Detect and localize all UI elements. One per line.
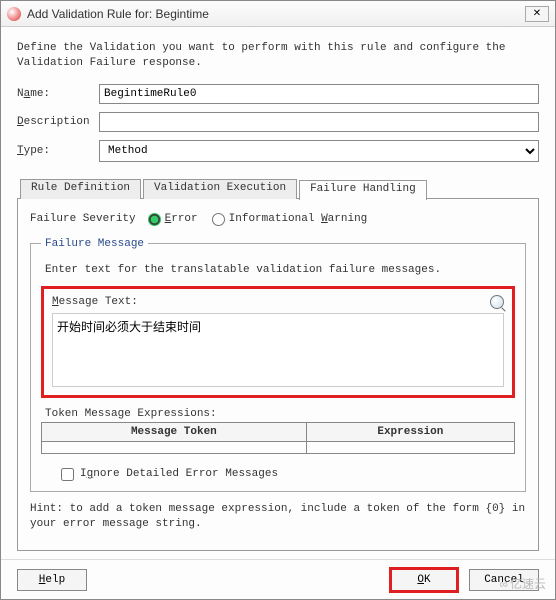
message-text-input[interactable]: 开始时间必须大于结束时间 [52, 313, 504, 387]
token-table: Message Token Expression [41, 422, 515, 454]
failure-message-hint: Enter text for the translatable validati… [45, 264, 515, 276]
radio-error-input[interactable] [148, 213, 161, 226]
radio-error[interactable]: Error [148, 213, 198, 226]
description-row: Description [17, 112, 539, 132]
cancel-button[interactable]: Cancel [469, 569, 539, 591]
intro-text: Define the Validation you want to perfor… [17, 41, 539, 72]
ignore-checkbox[interactable] [61, 468, 74, 481]
failure-message-legend: Failure Message [41, 238, 148, 250]
app-icon [7, 7, 21, 21]
tabstrip: Rule Definition Validation Execution Fai… [20, 179, 429, 199]
token-col-token: Message Token [42, 422, 307, 441]
hint-footer: Hint: to add a token message expression,… [30, 502, 526, 533]
name-row: Name: [17, 84, 539, 104]
ignore-row: Ignore Detailed Error Messages [41, 468, 515, 481]
message-text-label: Message Text: [52, 296, 490, 308]
tab-failure-handling[interactable]: Failure Handling [299, 180, 427, 200]
token-section: Token Message Expressions: Message Token… [41, 408, 515, 454]
radio-warning-input[interactable] [212, 213, 225, 226]
message-text-box: Message Text: 开始时间必须大于结束时间 [41, 286, 515, 398]
table-row [42, 441, 515, 453]
message-text-header: Message Text: [52, 295, 504, 309]
description-input[interactable] [99, 112, 539, 132]
type-label: Type: [17, 145, 99, 157]
search-icon[interactable] [490, 295, 504, 309]
content-area: Define the Validation you want to perfor… [1, 27, 555, 559]
close-icon[interactable]: ✕ [525, 6, 549, 22]
tab-rule-definition[interactable]: Rule Definition [20, 179, 141, 199]
token-heading: Token Message Expressions: [41, 408, 515, 420]
tab-panel: Rule Definition Validation Execution Fai… [17, 198, 539, 551]
description-label: Description [17, 116, 99, 128]
name-label: Name: [17, 88, 99, 100]
dialog: Add Validation Rule for: Begintime ✕ Def… [0, 0, 556, 600]
failure-message-fieldset: Failure Message Enter text for the trans… [30, 238, 526, 492]
severity-label: Failure Severity [30, 213, 136, 225]
name-input[interactable] [99, 84, 539, 104]
window-title: Add Validation Rule for: Begintime [27, 7, 525, 21]
titlebar: Add Validation Rule for: Begintime ✕ [1, 1, 555, 27]
ok-button[interactable]: OK [389, 567, 459, 593]
ignore-label: Ignore Detailed Error Messages [80, 468, 278, 480]
tab-validation-execution[interactable]: Validation Execution [143, 179, 297, 199]
help-button[interactable]: Help [17, 569, 87, 591]
radio-warning[interactable]: Informational Warning [212, 213, 368, 226]
button-bar: Help OK Cancel [1, 559, 555, 599]
type-row: Type: Method [17, 140, 539, 162]
severity-row: Failure Severity Error Informational War… [30, 213, 526, 226]
token-col-expression: Expression [306, 422, 514, 441]
type-select[interactable]: Method [99, 140, 539, 162]
